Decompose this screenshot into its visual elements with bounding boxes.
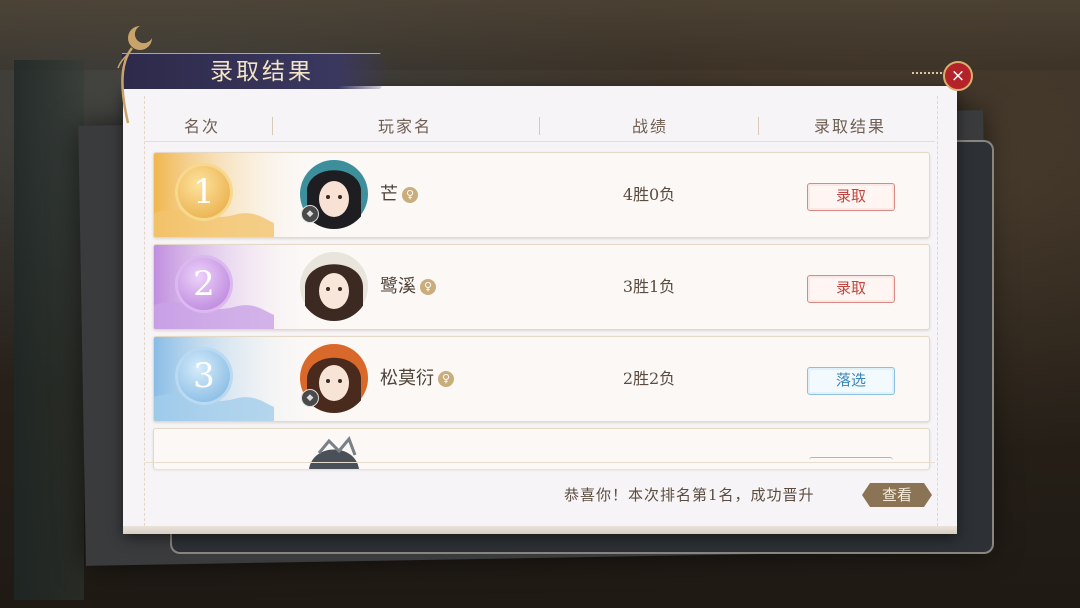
table-row: 1 ◆ 芒 ♀ 4胜0负 录取 <box>153 152 930 238</box>
header-separator <box>758 117 759 135</box>
result-badge: 落选 <box>807 367 895 395</box>
header-record: 战绩 <box>631 117 668 136</box>
header-rank: 名次 <box>183 117 220 136</box>
gender-icon: ♀ <box>402 187 418 203</box>
rank-banner-blue: 3 <box>154 337 314 421</box>
view-button[interactable]: 查看 <box>862 483 932 507</box>
record-cell: 3胜1负 <box>622 277 676 296</box>
dialog-title: 录取结果 <box>210 59 314 85</box>
footer-divider <box>145 462 935 463</box>
crescent-ornament-icon <box>117 26 152 124</box>
background-pillar <box>14 60 84 600</box>
level-badge: ◆ <box>301 205 319 223</box>
player-name: 鹭溪 <box>380 276 416 297</box>
header-separator <box>272 117 273 135</box>
header-divider <box>145 141 935 142</box>
dialog-bottom-edge <box>123 526 957 534</box>
player-avatar <box>300 252 368 321</box>
title-dots-decoration <box>912 72 942 74</box>
table-row: 2 鹭溪 ♀ 3胜1负 录取 <box>153 244 930 330</box>
close-button[interactable]: × <box>943 61 973 91</box>
result-badge: 录取 <box>807 275 895 303</box>
header-result: 录取结果 <box>813 117 886 136</box>
level-badge: ◆ <box>301 389 319 407</box>
record-cell: 4胜0负 <box>622 185 676 204</box>
player-name: 芒 <box>380 184 398 205</box>
result-badge-partial <box>809 457 893 469</box>
gender-icon: ♀ <box>420 279 436 295</box>
result-badge: 录取 <box>807 183 895 211</box>
player-name-cell: 松莫衍 ♀ <box>380 365 454 393</box>
player-name-cell: 鹭溪 ♀ <box>380 273 436 301</box>
rank-number: 3 <box>178 350 230 402</box>
rank-banner-gold: 1 <box>154 153 314 237</box>
header-separator <box>539 117 540 135</box>
gender-icon: ♀ <box>438 371 454 387</box>
player-avatar <box>309 436 359 469</box>
rank-banner-purple: 2 <box>154 245 314 329</box>
player-name-cell: 芒 ♀ <box>380 181 418 209</box>
rank-number: 1 <box>178 166 230 218</box>
table-row: 3 ◆ 松莫衍 ♀ 2胜2负 落选 <box>153 336 930 422</box>
header-player-name: 玩家名 <box>377 117 432 136</box>
promotion-message: 恭喜你！本次排名第1名，成功晋升 <box>564 486 815 504</box>
rank-number: 2 <box>178 258 230 310</box>
record-cell: 2胜2负 <box>622 369 676 388</box>
player-name: 松莫衍 <box>380 368 434 389</box>
